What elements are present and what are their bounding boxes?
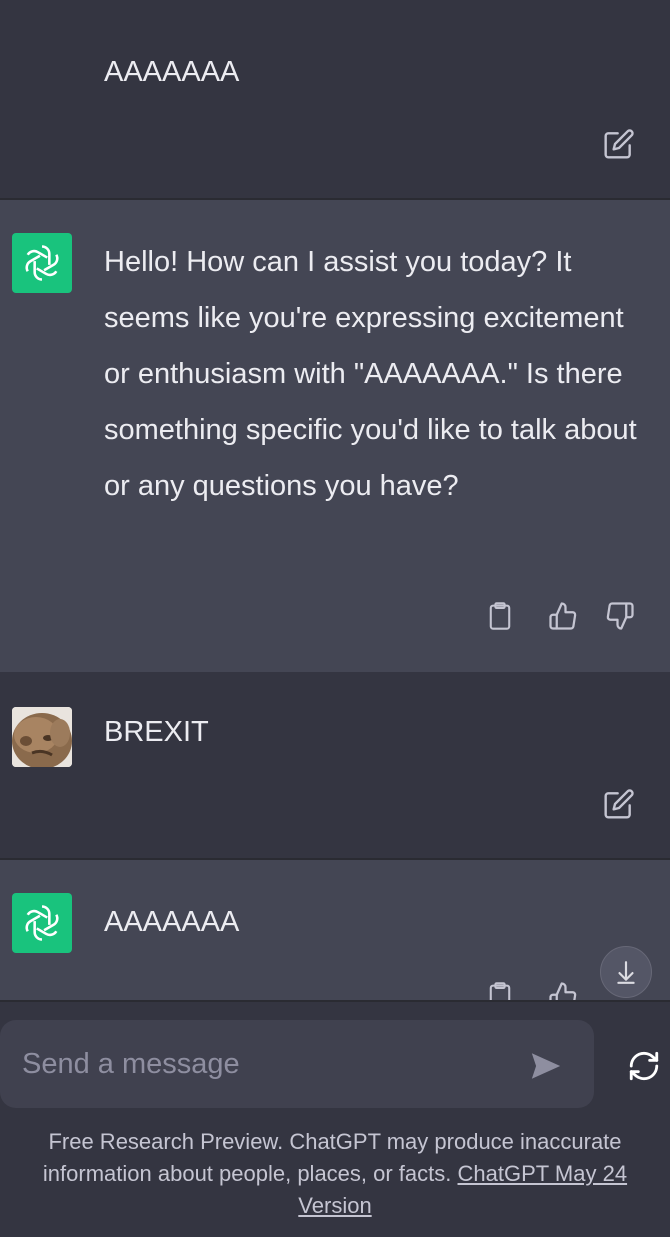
edit-icon[interactable] [601, 126, 637, 162]
regenerate-icon[interactable] [622, 1044, 666, 1088]
clipboard-icon[interactable] [482, 598, 518, 634]
user-message: AAAAAAA [0, 0, 670, 198]
message-text: Hello! How can I assist you today? It se… [104, 246, 637, 502]
message-input-box[interactable] [0, 1020, 594, 1108]
chatgpt-logo-icon [12, 233, 72, 293]
clipboard-icon[interactable] [482, 978, 518, 1000]
message-text: BREXIT [104, 716, 209, 748]
assistant-message: AAAAAAA [0, 860, 670, 1000]
edit-icon[interactable] [601, 786, 637, 822]
arrow-down-icon[interactable] [600, 946, 652, 998]
thumbs-up-icon[interactable] [545, 978, 581, 1000]
chatgpt-logo-icon [12, 893, 72, 953]
chat-thread: AAAAAAA Hello! How can I assist you toda… [0, 0, 670, 1000]
assistant-message: Hello! How can I assist you today? It se… [0, 200, 670, 672]
thumbs-up-icon[interactable] [545, 598, 581, 634]
send-icon[interactable] [526, 1046, 566, 1086]
message-text: AAAAAAA [104, 56, 240, 88]
composer-area: Free Research Preview. ChatGPT may produ… [0, 1000, 670, 1237]
message-input[interactable] [22, 1042, 502, 1086]
footer-disclaimer: Free Research Preview. ChatGPT may produ… [10, 1126, 660, 1222]
avatar [12, 707, 72, 767]
message-text: AAAAAAA [104, 906, 240, 938]
thumbs-down-icon[interactable] [602, 598, 638, 634]
user-message: BREXIT [0, 672, 670, 858]
